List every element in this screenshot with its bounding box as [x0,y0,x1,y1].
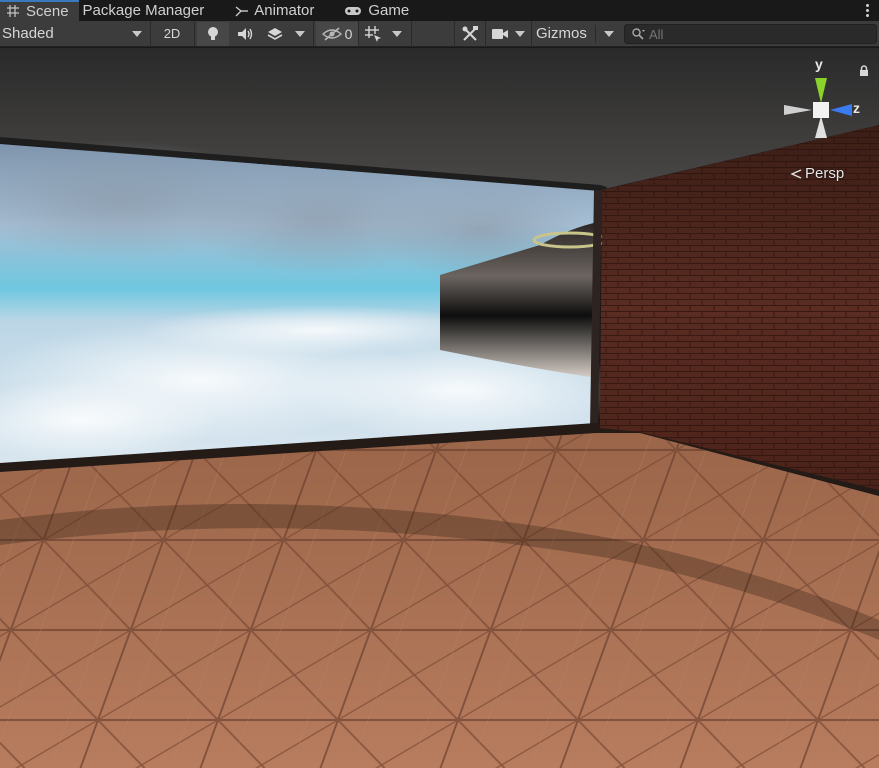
grid-snap-button[interactable] [359,22,387,46]
lighting-toggle-button[interactable] [197,21,229,46]
camera-icon [492,28,508,39]
camera-dropdown[interactable] [512,22,528,46]
grid-icon [6,4,22,20]
y-axis-label: y [815,56,823,72]
z-axis-cone[interactable] [830,104,852,116]
neg-x-axis-cone[interactable] [784,105,812,115]
gizmos-dropdown[interactable]: Gizmos [532,21,618,47]
window-tab-bar: Scene Package Manager Animator Game [0,0,879,21]
projection-toggle[interactable]: Persp [790,165,844,182]
tools-button[interactable] [455,22,485,46]
lightbulb-icon [208,26,218,40]
scene-viewport[interactable]: y z Persp [0,48,879,768]
tab-label: Package Manager [82,2,205,19]
tab-game[interactable]: Game [324,0,419,21]
chevron-down-icon [132,30,142,37]
neg-y-axis-cone[interactable] [815,116,827,138]
chevron-down-icon [295,30,305,37]
chevron-down-icon [603,30,614,37]
camera-button[interactable] [488,22,512,46]
eye-hidden-icon [321,26,342,41]
draw-mode-label: Shaded [2,25,54,42]
projection-label: Persp [805,165,845,182]
grid-snap-dropdown[interactable] [387,22,407,46]
grid-snap-icon [365,25,381,42]
center-cube[interactable] [813,102,829,118]
scene-orientation-gizmo[interactable]: y z [780,56,870,158]
hidden-count: 0 [344,25,353,42]
tab-package-manager[interactable]: Package Manager [79,0,215,21]
layers-icon [267,27,283,40]
more-options-icon[interactable] [859,0,875,21]
scene-search-field[interactable] [624,24,877,44]
draw-mode-dropdown[interactable]: Shaded [0,21,150,47]
search-icon [632,28,645,40]
audio-toggle-button[interactable] [229,22,261,46]
tab-label: Animator [254,2,315,19]
scene-toolbar: Shaded 2D 0 Gizmos [0,20,879,47]
z-axis-label: z [853,100,860,116]
toggle-2d-button[interactable]: 2D [154,22,190,46]
tab-animator[interactable]: Animator [214,0,324,21]
gamepad-icon [344,3,364,19]
tab-label: Game [368,2,410,19]
search-input[interactable] [649,26,869,42]
effects-dropdown[interactable] [289,22,311,46]
animator-icon [234,3,250,19]
toggle-2d-label: 2D [163,26,181,41]
tools-icon [462,25,478,41]
chevron-left-icon [790,168,802,179]
effects-toggle-button[interactable] [261,22,289,46]
y-axis-cone[interactable] [815,78,827,103]
tab-label: Scene [26,3,69,20]
scene-visibility-button[interactable]: 0 [316,21,358,46]
chevron-down-icon [392,30,402,37]
speaker-icon [238,27,253,40]
tab-scene[interactable]: Scene [0,0,79,21]
chevron-down-icon [515,30,525,37]
gizmos-label: Gizmos [536,25,587,42]
scene-render [0,48,879,768]
